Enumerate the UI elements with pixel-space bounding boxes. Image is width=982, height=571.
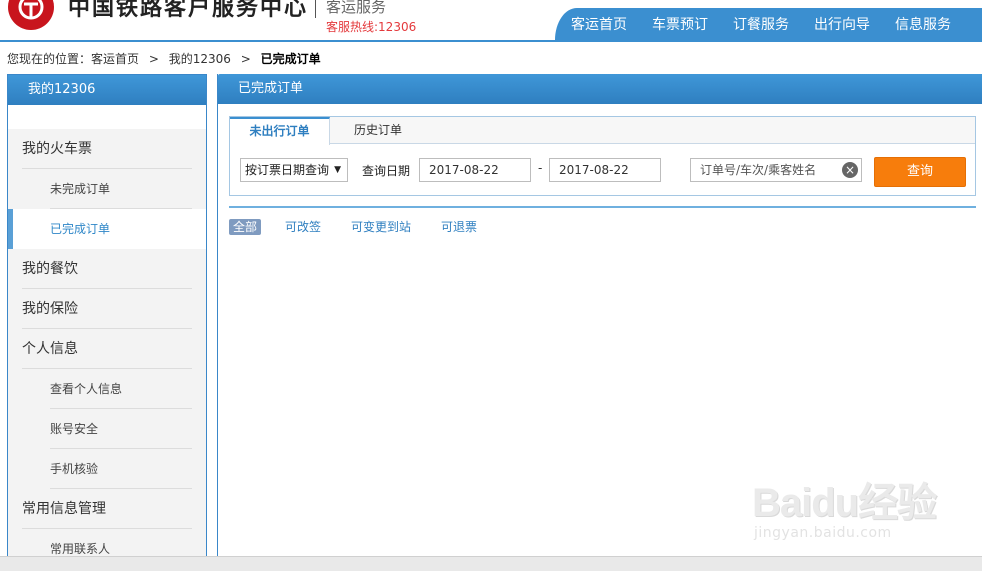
tab-upcoming-orders[interactable]: 未出行订单 [230, 117, 330, 145]
watermark-url: jingyan.baidu.com [754, 525, 892, 541]
clear-icon[interactable]: × [842, 162, 858, 178]
site-title: 中国铁路客户服务中心 [68, 0, 309, 21]
nav-home[interactable]: 客运首页 [571, 14, 627, 34]
query-box: 未出行订单 历史订单 按订票日期查询 ▼ 查询日期 2017-08-22 - 2… [229, 116, 976, 196]
query-button[interactable]: 查询 [874, 157, 966, 187]
dropdown-arrow-icon: ▼ [334, 165, 341, 175]
filter-change-destination[interactable]: 可变更到站 [351, 218, 411, 235]
date-separator: - [538, 161, 543, 175]
sidebar: 我的12306 我的火车票 未完成订单 已完成订单 我的餐饮 我的保险 个人信息… [7, 74, 207, 571]
tab-history-orders[interactable]: 历史订单 [338, 117, 418, 144]
date-start-input[interactable]: 2017-08-22 [419, 158, 531, 182]
page-title: 已完成订单 [218, 74, 982, 104]
sidebar-item-my-tickets[interactable]: 我的火车票 [8, 129, 206, 169]
nav-info-service[interactable]: 信息服务 [895, 14, 951, 34]
breadcrumb-current: 已完成订单 [260, 52, 321, 66]
breadcrumb-home[interactable]: 您现在的位置：客运首页 [7, 52, 139, 66]
order-filter-tags: 全部 可改签 可变更到站 可退票 [229, 218, 507, 235]
breadcrumb: 您现在的位置：客运首页 > 我的12306 > 已完成订单 [7, 50, 327, 67]
nav-travel-guide[interactable]: 出行向导 [814, 14, 870, 34]
sidebar-item-my-insurance[interactable]: 我的保险 [8, 289, 206, 329]
sidebar-item-common-info[interactable]: 常用信息管理 [8, 489, 206, 529]
filter-all[interactable]: 全部 [229, 218, 262, 235]
hotline-text: 客服热线:12306 [326, 20, 417, 34]
date-end-input[interactable]: 2017-08-22 [549, 158, 661, 182]
sidebar-item-view-personal-info[interactable]: 查看个人信息 [8, 369, 206, 409]
breadcrumb-separator: > [148, 52, 159, 66]
date-label: 查询日期 [362, 164, 411, 178]
order-search-input[interactable]: 订单号/车次/乘客姓名 × [690, 158, 862, 182]
sidebar-item-my-meals[interactable]: 我的餐饮 [8, 249, 206, 289]
title-divider [315, 0, 316, 18]
sidebar-spacer [8, 105, 206, 129]
sidebar-item-completed-orders[interactable]: 已完成订单 [8, 209, 206, 249]
filter-refundable[interactable]: 可退票 [441, 218, 477, 235]
breadcrumb-my12306[interactable]: 我的12306 [169, 52, 231, 66]
header-divider [0, 40, 982, 42]
sidebar-title: 我的12306 [8, 75, 206, 105]
watermark-logo: Baidu经验 [752, 481, 937, 525]
breadcrumb-separator: > [240, 52, 251, 66]
nav-meal-service[interactable]: 订餐服务 [733, 14, 789, 34]
site-subtitle: 客运服务 [326, 0, 387, 16]
query-type-value: 按订票日期查询 [245, 163, 330, 177]
order-search-placeholder: 订单号/车次/乘客姓名 [700, 163, 817, 177]
horizontal-scrollbar[interactable] [0, 556, 982, 571]
main-nav: 客运首页 车票预订 订餐服务 出行向导 信息服务 [555, 8, 982, 40]
sidebar-item-unfinished-orders[interactable]: 未完成订单 [8, 169, 206, 209]
baidu-watermark: Baidu经验 jingyan.baidu.com [752, 470, 952, 550]
sidebar-item-account-security[interactable]: 账号安全 [8, 409, 206, 449]
query-type-select[interactable]: 按订票日期查询 ▼ [240, 158, 348, 182]
sidebar-item-phone-verify[interactable]: 手机核验 [8, 449, 206, 489]
site-header: 中国铁路客户服务中心 客运服务 客服热线:12306 客运首页 车票预订 订餐服… [0, 0, 982, 44]
order-tabs: 未出行订单 历史订单 [230, 117, 975, 145]
nav-ticket-booking[interactable]: 车票预订 [652, 14, 708, 34]
sidebar-item-personal-info[interactable]: 个人信息 [8, 329, 206, 369]
filter-divider [229, 206, 976, 208]
filter-changeable[interactable]: 可改签 [285, 218, 321, 235]
railway-logo-icon [8, 0, 54, 30]
